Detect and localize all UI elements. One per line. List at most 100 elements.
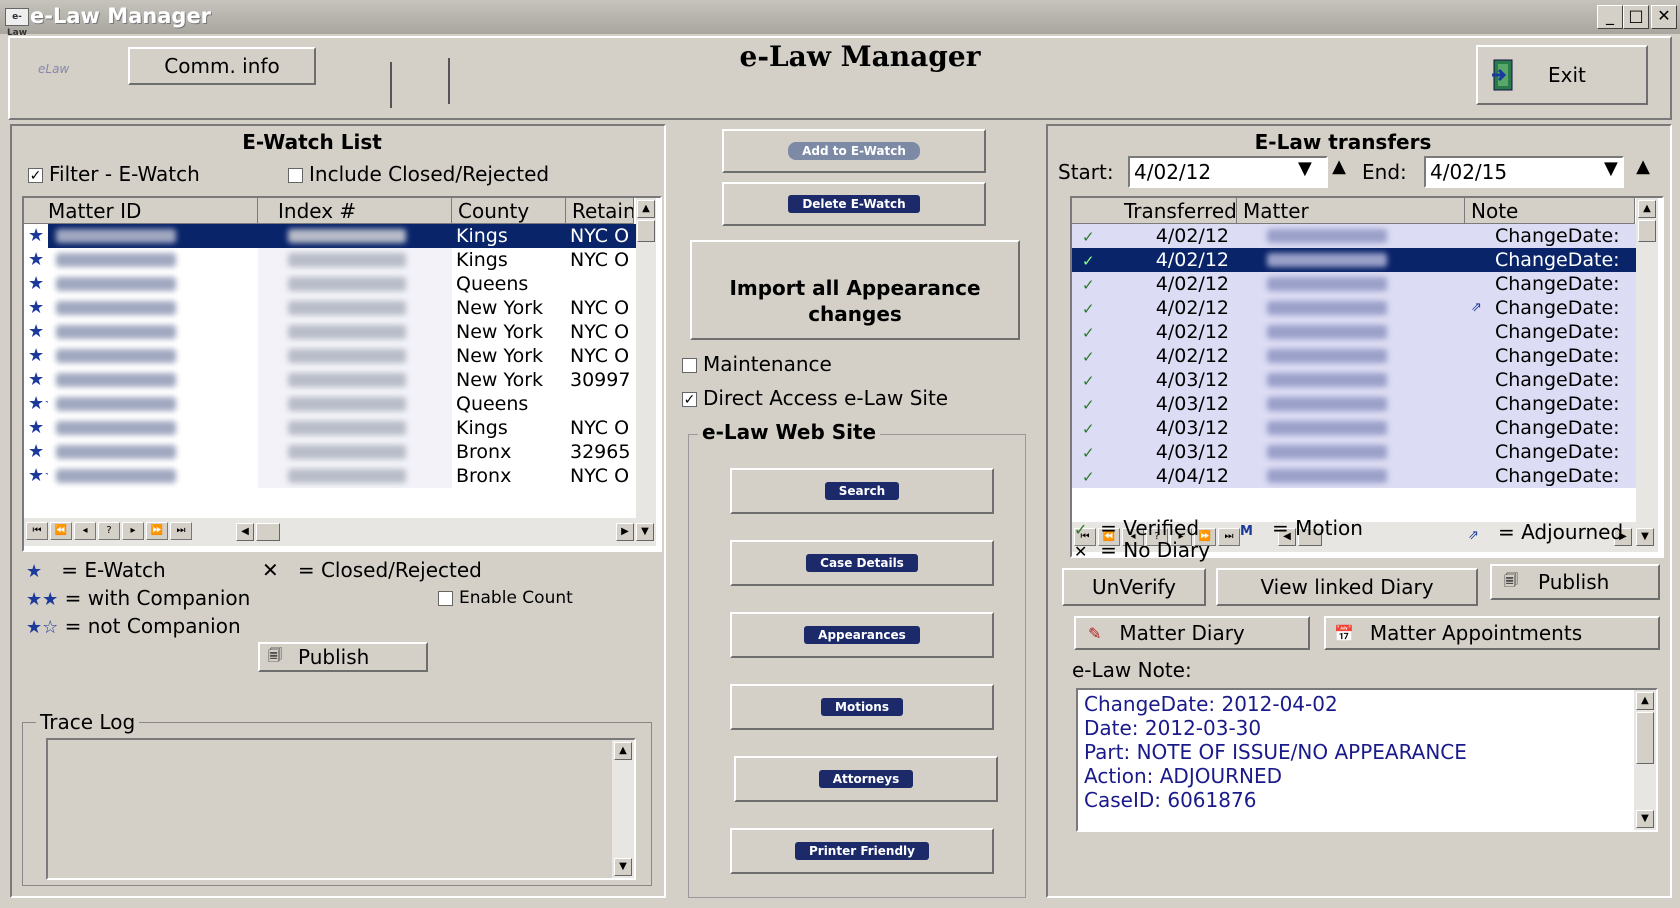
table-row[interactable]: ✓ 4/02/12 ChangeDate:: [1072, 248, 1636, 272]
county-cell: Queens: [456, 273, 529, 295]
table-row[interactable]: ✓ 4/03/12 ChangeDate:: [1072, 440, 1636, 464]
scroll-up-icon[interactable]: ▲: [637, 200, 655, 218]
prev-page-icon[interactable]: ⏪: [50, 522, 72, 540]
last-record-icon[interactable]: ⏭: [1218, 528, 1240, 546]
window-title-bar[interactable]: e-Law e-Law Manager _ □ ✕: [0, 0, 1680, 38]
start-spin-up-icon[interactable]: ▲: [1326, 156, 1352, 186]
maximize-button[interactable]: □: [1623, 5, 1649, 29]
column-header-matter[interactable]: Matter: [1237, 198, 1465, 224]
table-row[interactable]: ★ New York 30997: [24, 368, 636, 392]
comm-info-button[interactable]: Comm. info: [128, 47, 316, 85]
ewatch-grid[interactable]: Matter ID Index # County Retain ★ Kings NY…: [22, 196, 662, 552]
include-closed-checkbox[interactable]: Include Closed/Rejected: [288, 162, 549, 186]
column-header-matter-id[interactable]: Matter ID: [24, 198, 258, 224]
transfers-vscroll[interactable]: ▲: [1636, 198, 1658, 522]
filter-ewatch-checkbox[interactable]: ✓ Filter - E-Watch: [28, 162, 200, 186]
table-row[interactable]: ✓ 4/02/12 ChangeDate:: [1072, 320, 1636, 344]
legend-ewatch: ★ = E-Watch: [26, 558, 166, 582]
motions-button[interactable]: Motions: [730, 684, 994, 730]
scroll-down-icon[interactable]: ▼: [636, 523, 654, 541]
goto-record-icon[interactable]: ?: [98, 522, 120, 540]
direct-access-checkbox[interactable]: ✓ Direct Access e-Law Site: [682, 386, 948, 410]
delete-ewatch-button[interactable]: Delete E-Watch: [722, 182, 986, 226]
transfers-publish-button[interactable]: 🗐 Publish: [1490, 564, 1660, 600]
view-linked-diary-button[interactable]: View linked Diary: [1216, 568, 1478, 606]
scroll-thumb[interactable]: [1636, 712, 1654, 764]
note-line: Action: ADJOURNED: [1084, 764, 1282, 788]
case-details-button[interactable]: Case Details: [730, 540, 994, 586]
table-row[interactable]: ★ New York NYC O: [24, 296, 636, 320]
note-text: ChangeDate:: [1495, 393, 1620, 415]
trace-log-vscroll[interactable]: ▲ ▼: [612, 740, 634, 878]
maintenance-checkbox[interactable]: Maintenance: [682, 352, 832, 376]
app-icon: e-Law: [5, 8, 29, 38]
table-row[interactable]: ✓ 4/02/12 ChangeDate:: [1072, 224, 1636, 248]
column-header-retain[interactable]: Retain: [566, 198, 634, 224]
record-navigator[interactable]: ⏮ ⏪ ◂? ▸ ⏩ ⏭: [26, 522, 192, 542]
matter-diary-button[interactable]: ✎ Matter Diary: [1074, 616, 1310, 650]
table-row[interactable]: ✓ 4/02/12 ChangeDate:: [1072, 272, 1636, 296]
column-header-index[interactable]: Index #: [258, 198, 452, 224]
table-row[interactable]: ✓ 4/03/12 ChangeDate:: [1072, 392, 1636, 416]
enable-count-checkbox[interactable]: Enable Count: [438, 588, 573, 608]
unverify-button[interactable]: UnVerify: [1062, 568, 1206, 606]
scroll-down-icon[interactable]: ▼: [1636, 528, 1654, 546]
table-row[interactable]: ✓ 4/02/12 ⇗ ChangeDate:: [1072, 296, 1636, 320]
column-header-county[interactable]: County: [452, 198, 566, 224]
close-button[interactable]: ✕: [1651, 5, 1677, 29]
column-header-transferred[interactable]: Transferred: [1072, 198, 1237, 224]
filter-ewatch-label: Filter - E-Watch: [49, 162, 200, 186]
table-row[interactable]: ★ New York NYC O: [24, 320, 636, 344]
scroll-up-icon[interactable]: ▲: [1636, 692, 1654, 710]
table-row[interactable]: ✓ 4/02/12 ChangeDate:: [1072, 344, 1636, 368]
transferred-cell: ✓ 4/02/12: [1072, 272, 1237, 296]
table-row[interactable]: ★ Kings NYC O: [24, 416, 636, 440]
appearances-button[interactable]: Appearances: [730, 612, 994, 658]
printer-friendly-button[interactable]: Printer Friendly: [730, 828, 994, 874]
scroll-right-icon[interactable]: ▶: [616, 523, 634, 541]
exit-button[interactable]: Exit: [1476, 45, 1648, 105]
column-header-note[interactable]: Note: [1465, 198, 1635, 224]
table-row[interactable]: ★☆ Queens: [24, 392, 636, 416]
scroll-thumb[interactable]: [1638, 220, 1656, 242]
first-record-icon[interactable]: ⏮: [26, 522, 48, 540]
note-vscroll[interactable]: ▲ ▼: [1634, 690, 1656, 830]
import-all-appearance-changes-button[interactable]: Import all Appearance changes: [690, 240, 1020, 340]
scroll-thumb[interactable]: [637, 220, 655, 242]
next-page-icon[interactable]: ⏩: [146, 522, 168, 540]
last-record-icon[interactable]: ⏭: [170, 522, 192, 540]
table-row[interactable]: ★ Kings NYC O: [24, 224, 636, 248]
prev-record-icon[interactable]: ◂: [74, 522, 96, 540]
table-row[interactable]: ★ Kings NYC O: [24, 248, 636, 272]
scroll-left-icon[interactable]: ◀: [236, 523, 254, 541]
hscroll-thumb[interactable]: [256, 523, 280, 541]
table-row[interactable]: ✓ 4/03/12 ChangeDate:: [1072, 368, 1636, 392]
table-row[interactable]: ✓ 4/03/12 ChangeDate:: [1072, 416, 1636, 440]
end-date-input[interactable]: 4/02/15: [1424, 156, 1624, 188]
next-record-icon[interactable]: ▸: [122, 522, 144, 540]
scroll-down-icon[interactable]: ▼: [1636, 810, 1654, 828]
table-row[interactable]: ✓ 4/04/12 ChangeDate:: [1072, 464, 1636, 488]
table-row[interactable]: ★ Bronx 32965: [24, 440, 636, 464]
scroll-down-icon[interactable]: ▼: [614, 858, 632, 876]
trace-log-textbox[interactable]: ▲ ▼: [46, 738, 636, 880]
end-spin-up-icon[interactable]: ▲: [1630, 156, 1656, 186]
minimize-button[interactable]: _: [1597, 5, 1623, 29]
add-to-ewatch-button[interactable]: Add to E-Watch: [722, 129, 986, 173]
search-button[interactable]: Search: [730, 468, 994, 514]
attorneys-button[interactable]: Attorneys: [734, 756, 998, 802]
end-dropdown-icon[interactable]: ▼: [1604, 158, 1618, 179]
elaw-note-textbox[interactable]: ChangeDate: 2012-04-02 Date: 2012-03-30 …: [1076, 688, 1658, 832]
table-row[interactable]: ★☆ Bronx NYC O: [24, 464, 636, 488]
ewatch-publish-button[interactable]: 🗐 Publish: [258, 642, 428, 672]
matter-id-cell: [48, 248, 258, 272]
table-row[interactable]: ★ Queens: [24, 272, 636, 296]
ewatch-vscroll[interactable]: ▲: [636, 198, 656, 518]
ewatch-panel: E-Watch List ✓ Filter - E-Watch Include C…: [10, 124, 666, 898]
scroll-up-icon[interactable]: ▲: [1638, 200, 1656, 218]
matter-appointments-button[interactable]: 📅 Matter Appointments: [1324, 616, 1660, 650]
scroll-up-icon[interactable]: ▲: [614, 742, 632, 760]
table-row[interactable]: ★ New York NYC O: [24, 344, 636, 368]
start-dropdown-icon[interactable]: ▼: [1298, 158, 1312, 179]
transfers-grid[interactable]: Transferred Matter Note ✓ 4/02/12 ChangeDa…: [1070, 196, 1664, 558]
